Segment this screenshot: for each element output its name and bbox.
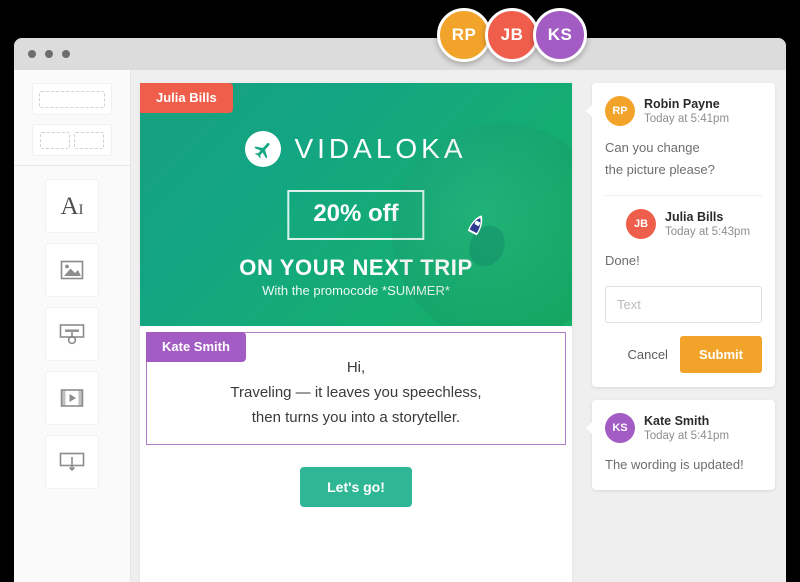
lets-go-button[interactable]: Let's go! <box>300 467 412 507</box>
comment-header: RP Robin Payne Today at 5:41pm <box>605 96 762 126</box>
submit-button[interactable]: Submit <box>679 336 762 373</box>
hero-subline: With the promocode *SUMMER* <box>262 283 450 298</box>
avatar-initials: JB <box>633 218 649 230</box>
avatar-jb[interactable]: JB <box>485 8 539 62</box>
hero-editor-name: Julia Bills <box>156 90 217 105</box>
offer-value: 20% off <box>313 200 399 227</box>
text-tool-icon: AI <box>60 192 84 220</box>
layout-block-one-column[interactable] <box>32 83 112 115</box>
comment-body-line: Can you change <box>605 140 700 155</box>
comment-author: Kate Smith <box>644 414 710 428</box>
comment-header: JB Julia Bills Today at 5:43pm <box>605 209 762 239</box>
tool-divider[interactable] <box>45 435 99 489</box>
hero-banner-block[interactable]: Julia Bills VIDALOKA 20% off ON YOUR NEX… <box>140 83 572 326</box>
textblock-editor-name: Kate Smith <box>162 339 230 354</box>
comment-divider <box>605 195 762 196</box>
avatar-initials: RP <box>451 25 477 44</box>
comment-body: The wording is updated! <box>605 454 762 476</box>
column-placeholder-icon <box>40 131 70 149</box>
airplane-icon <box>254 142 270 158</box>
offer-badge: 20% off <box>287 190 425 240</box>
avatar-rp[interactable]: RP <box>437 8 491 62</box>
window-titlebar <box>14 38 786 70</box>
comment-meta: Kate Smith Today at 5:41pm <box>635 413 729 442</box>
comment-body-line: the picture please? <box>605 162 715 177</box>
window-body: AI Julia Bills VIDALOKA 20% off ON YOUR … <box>14 70 786 582</box>
email-canvas[interactable]: Julia Bills VIDALOKA 20% off ON YOUR NEX… <box>140 83 572 582</box>
layout-block-two-column[interactable] <box>32 124 112 156</box>
avatar-initials: KS <box>612 422 628 434</box>
column-placeholder-icon <box>74 131 104 149</box>
text-block-line: Traveling — it leaves you speechless, <box>230 384 482 401</box>
airplane-badge <box>245 131 282 167</box>
window-maximize-dot[interactable] <box>62 50 70 58</box>
comment-body-line: Done! <box>605 253 640 268</box>
app-window: AI Julia Bills VIDALOKA 20% off ON YOUR … <box>14 38 786 582</box>
tool-sidebar: AI <box>14 70 131 582</box>
brand-name: VIDALOKA <box>294 133 467 164</box>
video-icon <box>60 389 84 407</box>
cta-block: Let's go! <box>140 445 572 507</box>
divider-icon <box>59 452 85 472</box>
brand-lockup: VIDALOKA <box>140 131 572 167</box>
window-minimize-dot[interactable] <box>45 50 53 58</box>
avatar-initials: RP <box>612 105 628 117</box>
comment-timestamp: Today at 5:41pm <box>644 430 730 442</box>
reply-actions: Cancel Submit <box>605 336 762 373</box>
image-icon <box>60 260 84 280</box>
comment-meta: Julia Bills Today at 5:43pm <box>656 209 750 238</box>
avatar-initials: JB <box>500 25 524 44</box>
column-placeholder-icon <box>39 90 105 108</box>
comment-timestamp: Today at 5:41pm <box>644 113 730 125</box>
comment-thread-card: RP Robin Payne Today at 5:41pm Can you c… <box>586 83 775 387</box>
text-block-line: then turns you into a storyteller. <box>251 409 461 426</box>
comment-header: KS Kate Smith Today at 5:41pm <box>605 413 762 443</box>
comment-body: Done! <box>605 250 762 272</box>
tool-text[interactable]: AI <box>45 179 99 233</box>
reply-input[interactable] <box>605 286 762 323</box>
hero-editor-tag: Julia Bills <box>140 83 233 113</box>
text-block[interactable]: Kate Smith Hi, Traveling — it leaves you… <box>146 332 566 445</box>
comment-author: Robin Payne <box>644 97 720 111</box>
tool-image[interactable] <box>45 243 99 297</box>
comment-card-kate-smith: KS Kate Smith Today at 5:41pm The wordin… <box>586 400 775 490</box>
comment-body-line: The wording is updated! <box>605 457 744 472</box>
boat-graphic-icon <box>467 215 505 267</box>
avatar-initials: KS <box>547 25 573 44</box>
sidebar-divider <box>14 165 130 166</box>
tool-video[interactable] <box>45 371 99 425</box>
comment-avatar-rp[interactable]: RP <box>605 96 635 126</box>
comment-avatar-jb[interactable]: JB <box>626 209 656 239</box>
canvas-area: Julia Bills VIDALOKA 20% off ON YOUR NEX… <box>131 70 581 582</box>
avatar-ks[interactable]: KS <box>533 8 587 62</box>
comment-avatar-ks[interactable]: KS <box>605 413 635 443</box>
comment-timestamp: Today at 5:43pm <box>665 226 751 238</box>
tool-button[interactable] <box>45 307 99 361</box>
comment-meta: Robin Payne Today at 5:41pm <box>635 96 729 125</box>
cancel-button[interactable]: Cancel <box>627 347 667 362</box>
comment-body: Can you change the picture please? <box>605 137 762 181</box>
textblock-editor-tag: Kate Smith <box>146 332 246 362</box>
collaborator-avatars: RP JB KS <box>437 8 587 62</box>
comments-panel: RP Robin Payne Today at 5:41pm Can you c… <box>581 70 786 582</box>
hero-headline: ON YOUR NEXT TRIP <box>239 255 473 280</box>
button-icon <box>59 324 85 345</box>
comment-author: Julia Bills <box>665 210 724 224</box>
window-close-dot[interactable] <box>28 50 36 58</box>
